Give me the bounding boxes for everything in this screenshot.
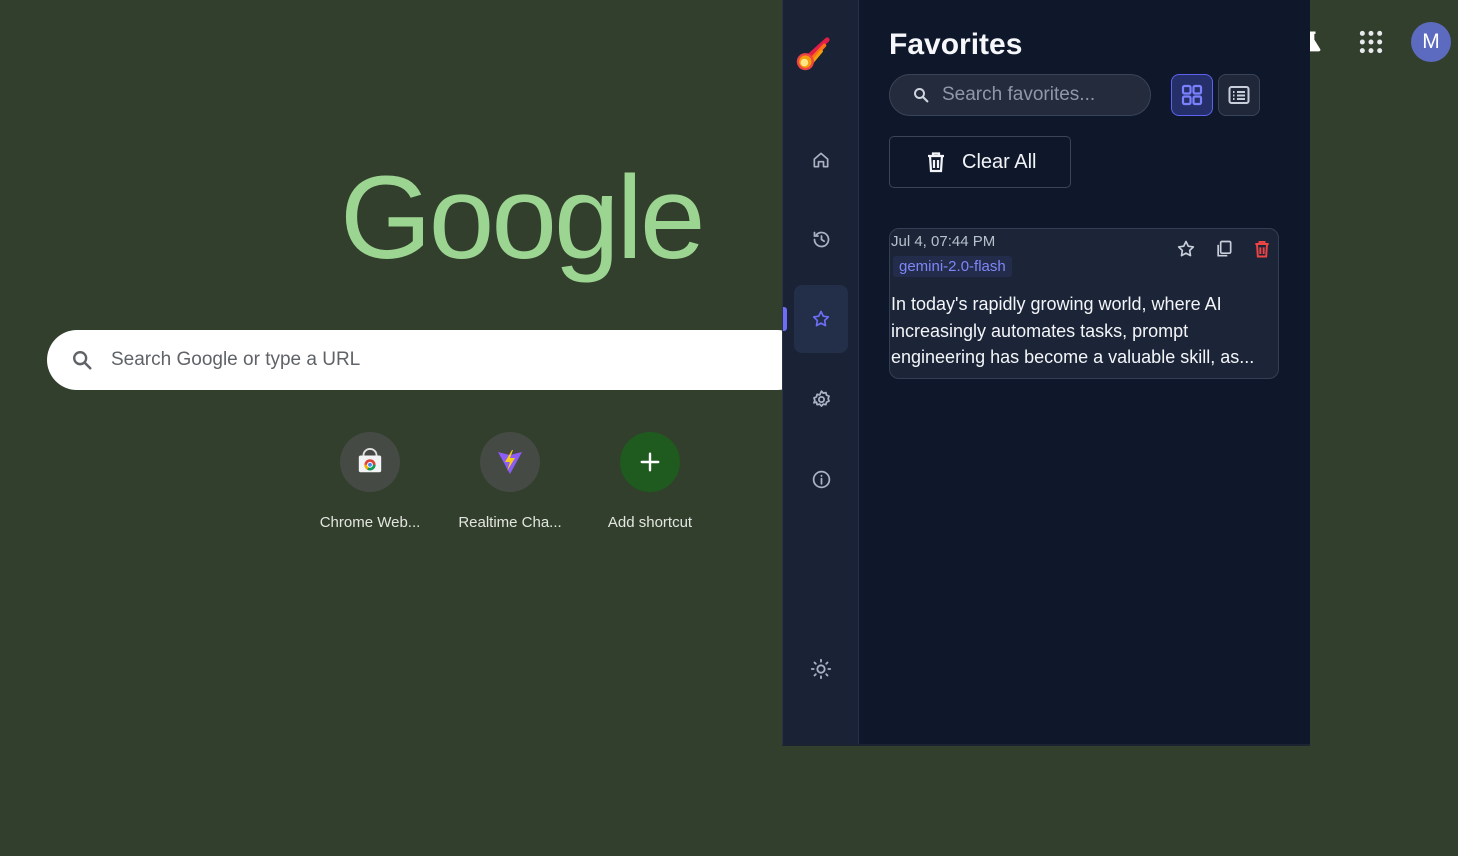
favorite-date: Jul 4, 07:44 PM xyxy=(891,233,996,250)
list-view-button[interactable] xyxy=(1218,74,1260,116)
favorites-view: Favorites Clear All Jul 4, 07:44 PM gemi… xyxy=(859,0,1310,744)
clear-all-label: Clear All xyxy=(962,150,1037,173)
card-actions xyxy=(1176,239,1272,259)
nav-settings-button[interactable] xyxy=(794,365,848,433)
theme-toggle-button[interactable] xyxy=(794,635,848,703)
trash-icon xyxy=(1255,240,1269,258)
extension-panel: Favorites Clear All Jul 4, 07:44 PM gemi… xyxy=(782,0,1310,746)
model-badge: gemini-2.0-flash xyxy=(893,256,1012,277)
list-icon xyxy=(1228,86,1250,104)
trash-icon xyxy=(928,152,944,173)
favorite-text: In today's rapidly growing world, where … xyxy=(891,294,1255,367)
shortcut-label: Chrome Web... xyxy=(319,514,421,531)
google-logo: Google xyxy=(340,152,706,284)
plus-icon xyxy=(620,432,680,492)
nav-favorites-button[interactable] xyxy=(794,285,848,353)
add-shortcut-button[interactable]: Add shortcut xyxy=(580,432,720,531)
avatar[interactable]: M xyxy=(1411,22,1451,62)
grid-view-button[interactable] xyxy=(1171,74,1213,116)
page-title: Favorites xyxy=(889,28,1023,61)
shortcut-realtime-chat[interactable]: Realtime Cha... xyxy=(440,432,580,531)
favorite-card[interactable]: Jul 4, 07:44 PM gemini-2.0-flash In toda… xyxy=(889,228,1279,379)
grid-icon xyxy=(1181,84,1203,106)
comet-logo-icon xyxy=(793,36,831,74)
search-icon xyxy=(914,88,929,103)
star-icon xyxy=(812,310,830,327)
info-icon xyxy=(812,470,830,488)
google-search-box[interactable] xyxy=(47,330,807,390)
vite-icon xyxy=(480,432,540,492)
sun-icon xyxy=(810,658,832,680)
shortcut-label: Realtime Cha... xyxy=(458,514,562,531)
shortcut-chrome-web-store[interactable]: Chrome Web... xyxy=(300,432,440,531)
google-search-input[interactable] xyxy=(111,349,711,371)
copy-icon xyxy=(1217,240,1232,257)
shortcut-tiles: Chrome Web... Realtime Cha... Add shortc… xyxy=(300,432,720,531)
history-icon xyxy=(813,231,829,247)
unfavorite-button[interactable] xyxy=(1176,239,1196,259)
clear-all-button[interactable]: Clear All xyxy=(889,136,1071,188)
star-icon xyxy=(1177,240,1195,257)
nav-info-button[interactable] xyxy=(794,445,848,513)
nav-history-button[interactable] xyxy=(794,205,848,273)
delete-button[interactable] xyxy=(1252,239,1272,259)
search-icon xyxy=(71,349,93,371)
active-nav-indicator xyxy=(783,307,787,331)
apps-grid-icon[interactable] xyxy=(1358,29,1384,55)
shortcut-label: Add shortcut xyxy=(607,514,693,531)
home-icon xyxy=(813,152,829,168)
nav-rail xyxy=(783,0,859,744)
favorites-search-input[interactable] xyxy=(942,84,1142,106)
copy-button[interactable] xyxy=(1214,239,1234,259)
chrome-web-store-icon xyxy=(340,432,400,492)
favorites-search[interactable] xyxy=(889,74,1151,116)
nav-home-button[interactable] xyxy=(794,126,848,194)
gear-icon xyxy=(812,389,830,407)
